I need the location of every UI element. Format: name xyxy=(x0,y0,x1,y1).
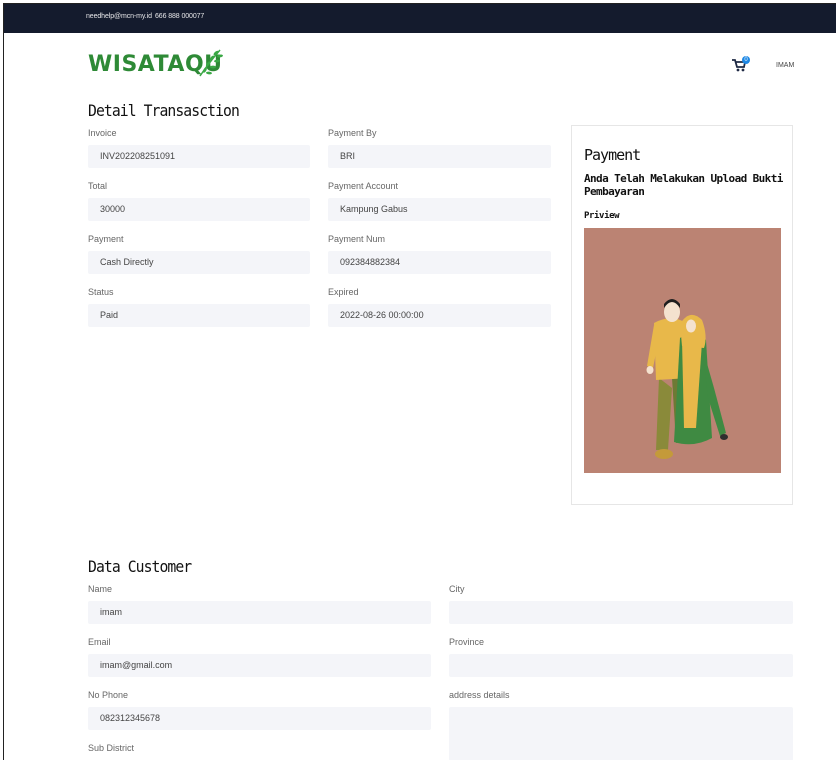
name-field[interactable]: imam xyxy=(88,601,431,624)
payment-num-label: Payment Num xyxy=(328,234,386,244)
address-field[interactable] xyxy=(449,707,793,760)
payment-by-field[interactable]: BRI xyxy=(328,145,551,168)
total-label: Total xyxy=(88,181,108,191)
customer-title: Data Customer xyxy=(88,557,192,576)
city-field[interactable] xyxy=(449,601,793,624)
email-field[interactable]: imam@gmail.com xyxy=(88,654,431,677)
contact-phone[interactable]: 666 888 000077 xyxy=(155,13,204,20)
expired-label: Expired xyxy=(328,287,359,297)
name-label: Name xyxy=(88,584,113,594)
status-label: Status xyxy=(88,287,114,297)
user-menu[interactable]: IMAM xyxy=(776,62,794,69)
payment-card-title: Payment xyxy=(584,146,641,164)
transaction-title: Detail Transasction xyxy=(88,101,240,120)
sub-district-label: Sub District xyxy=(88,743,135,753)
payment-num-field[interactable]: 092384882384 xyxy=(328,251,551,274)
page: needhelp@mcn-my.id 666 888 000077 WISATA… xyxy=(3,3,836,760)
brand-logo[interactable]: WISATAQU xyxy=(88,49,223,81)
city-label: City xyxy=(449,584,465,594)
payment-upload-message: Anda Telah Melakukan Upload Bukti Pembay… xyxy=(584,172,783,198)
leaf-icon xyxy=(199,49,223,77)
top-bar: needhelp@mcn-my.id 666 888 000077 xyxy=(4,4,836,33)
payment-label: Payment xyxy=(88,234,124,244)
payment-field[interactable]: Cash Directly xyxy=(88,251,310,274)
status-field[interactable]: Paid xyxy=(88,304,310,327)
payment-card: Payment Anda Telah Melakukan Upload Bukt… xyxy=(571,125,793,505)
invoice-label: Invoice xyxy=(88,128,117,138)
payment-proof-preview[interactable] xyxy=(584,228,781,473)
payment-by-label: Payment By xyxy=(328,128,377,138)
payment-account-field[interactable]: Kampung Gabus xyxy=(328,198,551,221)
phone-label: No Phone xyxy=(88,690,129,700)
cart-button[interactable]: 0 xyxy=(732,56,750,73)
province-label: Province xyxy=(449,637,485,647)
email-label: Email xyxy=(88,637,111,647)
province-field[interactable] xyxy=(449,654,793,677)
preview-label: Priview xyxy=(584,211,620,221)
couple-illustration xyxy=(646,299,728,459)
contact-email[interactable]: needhelp@mcn-my.id xyxy=(86,13,152,20)
invoice-field[interactable]: INV202208251091 xyxy=(88,145,310,168)
address-label: address details xyxy=(449,690,510,700)
expired-field[interactable]: 2022-08-26 00:00:00 xyxy=(328,304,551,327)
total-field[interactable]: 30000 xyxy=(88,198,310,221)
phone-field[interactable]: 082312345678 xyxy=(88,707,431,730)
cart-count-badge: 0 xyxy=(742,56,750,64)
payment-account-label: Payment Account xyxy=(328,181,399,191)
